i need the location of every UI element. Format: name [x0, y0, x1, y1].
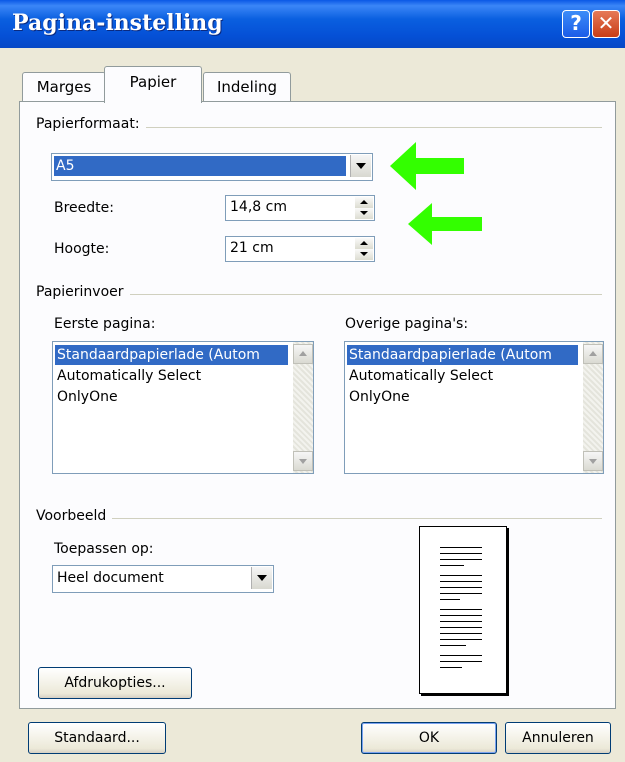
spin-down-icon[interactable] — [355, 249, 373, 260]
spin-up-icon[interactable] — [355, 197, 373, 208]
preview-group-label: Voorbeeld — [36, 508, 113, 524]
help-button[interactable]: ? — [562, 10, 590, 38]
close-button[interactable]: ✕ — [592, 10, 620, 38]
height-value: 21 cm — [230, 240, 274, 256]
width-stepper[interactable]: 14,8 cm — [225, 195, 375, 221]
scroll-up-icon[interactable] — [583, 344, 603, 364]
list-item[interactable]: OnlyOne — [347, 387, 410, 407]
annotation-arrow-icon — [390, 142, 466, 190]
list-item[interactable]: Standaardpapierlade (Autom — [347, 345, 578, 365]
scroll-down-icon[interactable] — [293, 451, 313, 471]
list-item[interactable]: Automatically Select — [347, 366, 493, 386]
spin-down-icon[interactable] — [355, 208, 373, 219]
page-preview — [419, 526, 507, 694]
height-label: Hoogte: — [54, 241, 110, 257]
paper-source-group-label: Papierinvoer — [36, 284, 130, 300]
height-stepper[interactable]: 21 cm — [225, 236, 375, 262]
annotation-arrow-icon — [408, 203, 484, 245]
paper-size-group-label: Papierformaat: — [36, 116, 146, 132]
list-item[interactable]: Automatically Select — [55, 366, 201, 386]
apply-to-label: Toepassen op: — [54, 541, 154, 557]
scroll-down-icon[interactable] — [583, 451, 603, 471]
width-value: 14,8 cm — [230, 199, 287, 215]
group-divider — [40, 518, 602, 519]
window-title: Pagina-instelling — [12, 10, 223, 36]
default-button[interactable]: Standaard... — [28, 722, 166, 754]
first-page-label: Eerste pagina: — [54, 316, 156, 332]
width-label: Breedte: — [54, 200, 114, 216]
other-pages-label: Overige pagina's: — [345, 316, 469, 332]
list-item[interactable]: OnlyOne — [55, 387, 118, 407]
print-options-button[interactable]: Afdrukopties... — [38, 667, 192, 699]
chevron-down-icon[interactable] — [251, 567, 272, 589]
cancel-button[interactable]: Annuleren — [505, 722, 611, 754]
paper-size-dropdown[interactable]: A5 — [51, 153, 373, 181]
list-item[interactable]: Standaardpapierlade (Autom — [55, 345, 288, 365]
scrollbar[interactable] — [583, 342, 603, 473]
first-page-listbox[interactable]: Standaardpapierlade (Autom Automatically… — [52, 341, 314, 474]
apply-to-value: Heel document — [57, 570, 164, 586]
scrollbar[interactable] — [293, 342, 313, 473]
tab-indeling[interactable]: Indeling — [203, 72, 291, 101]
tab-marges[interactable]: Marges — [22, 72, 106, 101]
paper-size-value: A5 — [53, 155, 347, 177]
chevron-down-icon[interactable] — [350, 155, 371, 177]
apply-to-dropdown[interactable]: Heel document — [52, 565, 274, 593]
tab-papier[interactable]: Papier — [104, 66, 202, 103]
scroll-up-icon[interactable] — [293, 344, 313, 364]
spin-up-icon[interactable] — [355, 238, 373, 249]
other-pages-listbox[interactable]: Standaardpapierlade (Autom Automatically… — [344, 341, 604, 474]
ok-button[interactable]: OK — [361, 722, 497, 754]
